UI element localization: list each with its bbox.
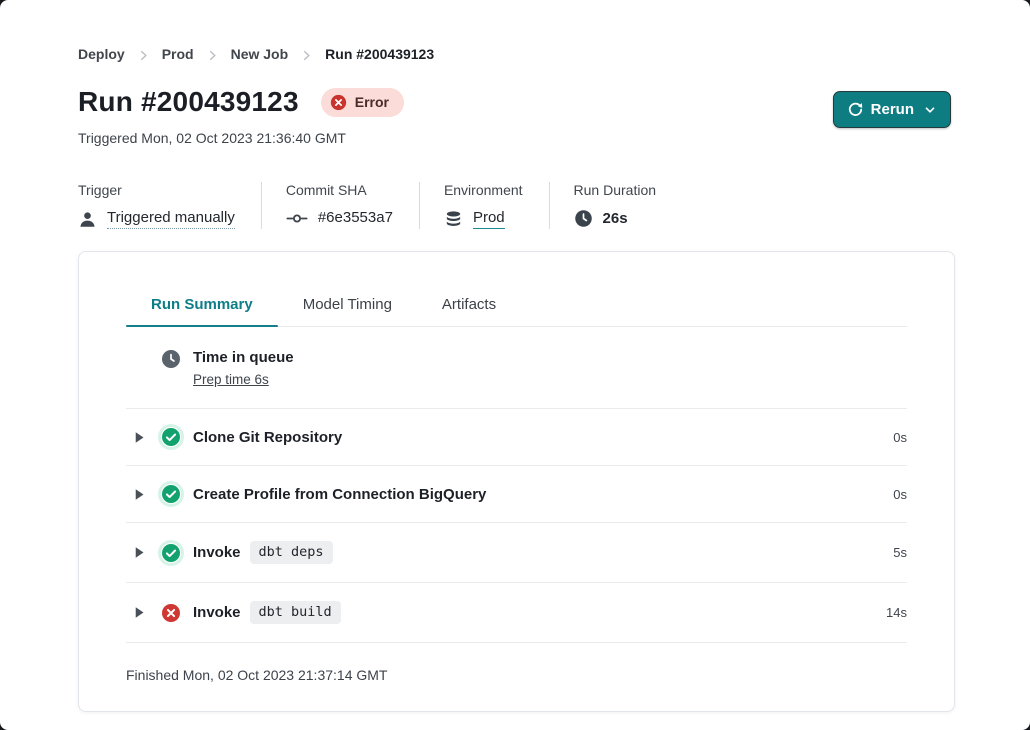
commit-icon (286, 212, 308, 225)
queue-title: Time in queue (193, 349, 294, 366)
breadcrumb-item[interactable]: Prod (162, 46, 194, 62)
page-title: Run #200439123 (78, 86, 299, 118)
breadcrumb-separator-icon (301, 50, 312, 61)
refresh-icon (848, 102, 863, 117)
success-check-icon (161, 484, 181, 504)
status-badge: Error (321, 88, 404, 117)
run-metadata-row: Trigger Triggered manually Commit SHA #6… (78, 182, 1030, 229)
success-check-icon (161, 543, 181, 563)
step-duration: 5s (893, 545, 907, 560)
person-icon (78, 210, 97, 229)
error-x-icon (161, 603, 181, 623)
step-command-chip: dbt build (250, 601, 341, 624)
chevron-down-icon[interactable] (924, 104, 936, 116)
database-icon (444, 210, 463, 229)
rerun-button-label: Rerun (871, 101, 914, 118)
triggered-timestamp: Triggered Mon, 02 Oct 2023 21:36:40 GMT (78, 130, 1030, 146)
expander-triangle-icon[interactable] (134, 488, 146, 501)
expander-triangle-icon[interactable] (134, 606, 146, 619)
step-row[interactable]: Create Profile from Connection BigQuery … (126, 466, 907, 523)
step-command-chip: dbt deps (250, 541, 333, 564)
step-row[interactable]: Invoke dbt build 14s (126, 583, 907, 643)
prep-time-link[interactable]: Prep time 6s (193, 372, 269, 387)
meta-label: Trigger (78, 182, 235, 198)
breadcrumb-item[interactable]: New Job (231, 46, 289, 62)
step-duration: 0s (893, 487, 907, 502)
step-duration: 0s (893, 430, 907, 445)
breadcrumb: Deploy Prod New Job Run #200439123 (0, 0, 1030, 62)
finished-timestamp: Finished Mon, 02 Oct 2023 21:37:14 GMT (126, 643, 907, 683)
tab-model-timing[interactable]: Model Timing (278, 286, 417, 326)
meta-column: Environment Prod (420, 182, 550, 229)
step-label: Clone Git Repository (193, 429, 342, 446)
time-in-queue-row: Time in queue Prep time 6s (126, 327, 907, 409)
tab-artifacts[interactable]: Artifacts (417, 286, 521, 326)
meta-column: Trigger Triggered manually (78, 182, 262, 229)
breadcrumb-separator-icon (138, 50, 149, 61)
queue-clock-icon (161, 349, 181, 369)
meta-column: Run Duration 26s (550, 182, 683, 229)
meta-value: #6e3553a7 (318, 209, 393, 227)
clock-icon (574, 209, 593, 228)
meta-label: Environment (444, 182, 523, 198)
breadcrumb-item[interactable]: Deploy (78, 46, 125, 62)
step-row[interactable]: Invoke dbt deps 5s (126, 523, 907, 583)
meta-label: Commit SHA (286, 182, 393, 198)
step-label: Invoke (193, 544, 241, 561)
tab-run-summary[interactable]: Run Summary (126, 286, 278, 326)
step-label: Invoke (193, 604, 241, 621)
tab-bar: Run SummaryModel TimingArtifacts (126, 286, 907, 327)
run-summary-card: Run SummaryModel TimingArtifacts Time in… (78, 251, 955, 712)
expander-triangle-icon[interactable] (134, 431, 146, 444)
breadcrumb-current: Run #200439123 (325, 46, 434, 62)
meta-column: Commit SHA #6e3553a7 (262, 182, 420, 229)
step-row[interactable]: Clone Git Repository 0s (126, 409, 907, 466)
success-check-icon (161, 427, 181, 447)
expander-triangle-icon[interactable] (134, 546, 146, 559)
meta-value[interactable]: Triggered manually (107, 209, 235, 229)
step-duration: 14s (886, 605, 907, 620)
status-badge-label: Error (355, 94, 389, 110)
meta-value: 26s (603, 210, 628, 228)
run-detail-page: Deploy Prod New Job Run #200439123 Run #200… (0, 0, 1030, 730)
meta-value[interactable]: Prod (473, 209, 505, 229)
error-circle-icon (330, 94, 347, 111)
step-label: Create Profile from Connection BigQuery (193, 486, 486, 503)
rerun-button[interactable]: Rerun (833, 91, 951, 128)
step-list: Clone Git Repository 0s Create Profile f… (126, 409, 907, 643)
breadcrumb-separator-icon (207, 50, 218, 61)
meta-label: Run Duration (574, 182, 657, 198)
